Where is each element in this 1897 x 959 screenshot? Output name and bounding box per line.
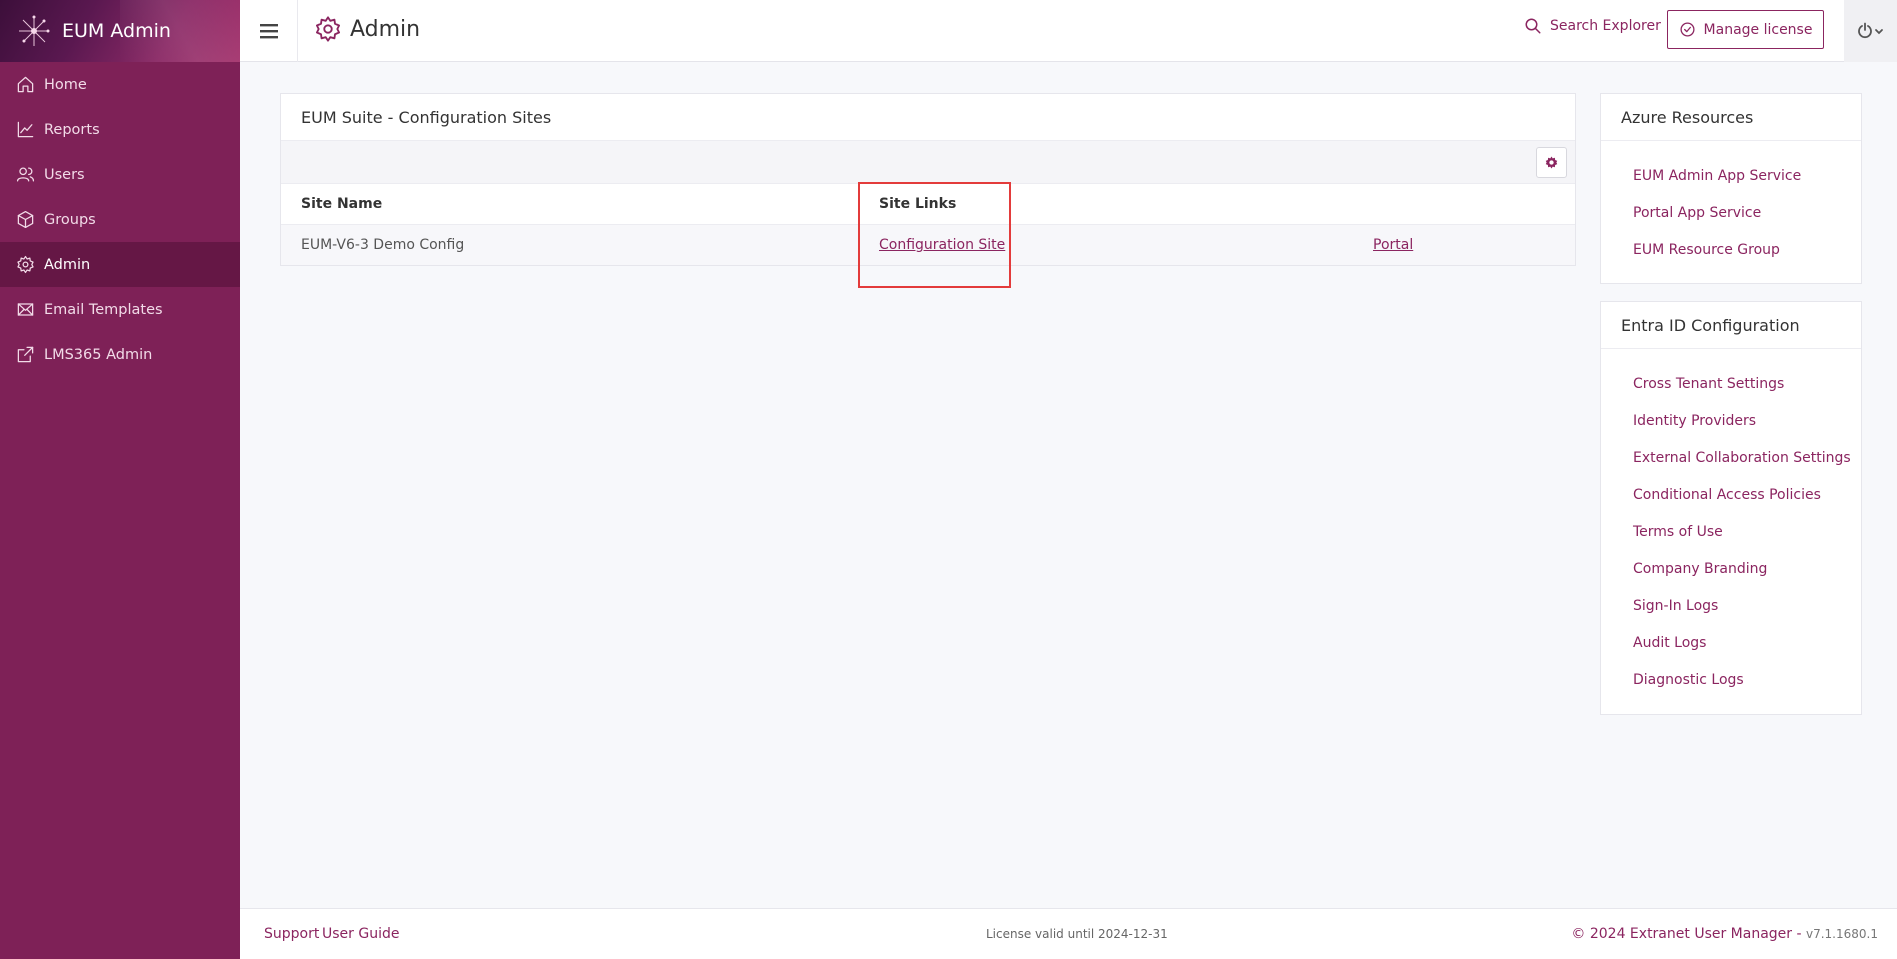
power-icon [1857,22,1883,39]
table-row: EUM-V6-3 Demo Config Configuration Site … [281,224,1575,265]
chevron-down-icon [1874,29,1883,35]
user-guide-link[interactable]: User Guide [322,926,399,942]
manage-license-button[interactable]: Manage license [1667,10,1824,49]
page-title: Admin [350,16,421,42]
table-toolbar [281,141,1575,184]
search-explorer-label: Search Explorer [1550,18,1661,34]
sidebar-item-admin[interactable]: Admin [0,242,240,287]
sidebar-item-lms365-admin[interactable]: LMS365 Admin [0,332,240,377]
sidebar-nav: Home Reports Users Groups Admin Email Te… [0,62,240,377]
copyright-text: © 2024 Extranet User Manager - [1571,926,1806,942]
site-name-cell: EUM-V6-3 Demo Config [301,237,465,253]
entra-link-audit-logs[interactable]: Audit Logs [1601,624,1861,661]
support-link[interactable]: Support [264,926,319,942]
sidebar-item-label: Email Templates [44,301,163,318]
entra-id-list: Cross Tenant Settings Identity Providers… [1601,349,1861,708]
search-icon [1525,18,1541,34]
license-status: License valid until 2024-12-31 [986,927,1168,941]
sidebar-item-email-templates[interactable]: Email Templates [0,287,240,332]
panel-title: Azure Resources [1601,94,1861,141]
entra-link-external-collaboration-settings[interactable]: External Collaboration Settings [1601,439,1861,476]
logo-icon [12,9,56,53]
column-header-site-name: Site Name [301,196,383,212]
azure-link-portal-app-service[interactable]: Portal App Service [1601,194,1861,231]
home-icon [14,74,36,96]
azure-resources-panel: Azure Resources EUM Admin App Service Po… [1600,93,1862,284]
top-header: Admin Search Explorer Manage license [240,0,1897,62]
card-title: EUM Suite - Configuration Sites [281,94,1575,141]
portal-link[interactable]: Portal [1373,237,1413,253]
hamburger-menu-button[interactable] [240,0,298,62]
check-circle-icon [1680,22,1695,37]
envelope-icon [14,299,36,321]
footer: Support User Guide License valid until 2… [240,908,1897,959]
azure-resources-list: EUM Admin App Service Portal App Service… [1601,141,1861,278]
copyright: © 2024 Extranet User Manager - v7.1.1680… [1571,926,1878,942]
entra-link-cross-tenant-settings[interactable]: Cross Tenant Settings [1601,365,1861,402]
configuration-sites-card: EUM Suite - Configuration Sites Site Nam… [280,93,1576,266]
entra-link-diagnostic-logs[interactable]: Diagnostic Logs [1601,661,1861,698]
entra-link-company-branding[interactable]: Company Branding [1601,550,1861,587]
entra-link-terms-of-use[interactable]: Terms of Use [1601,513,1861,550]
power-menu-button[interactable] [1844,0,1897,62]
brand[interactable]: EUM Admin [0,0,240,62]
sidebar-item-home[interactable]: Home [0,62,240,107]
entra-id-configuration-panel: Entra ID Configuration Cross Tenant Sett… [1600,301,1862,715]
azure-link-eum-admin-app-service[interactable]: EUM Admin App Service [1601,157,1861,194]
chart-line-icon [14,119,36,141]
gear-icon [14,254,36,276]
settings-button[interactable] [1536,147,1567,178]
configuration-site-link[interactable]: Configuration Site [879,237,1005,253]
entra-link-sign-in-logs[interactable]: Sign-In Logs [1601,587,1861,624]
users-icon [14,164,36,186]
column-header-site-links: Site Links [879,196,957,212]
table-header: Site Name Site Links [281,184,1575,224]
sidebar-item-label: Groups [44,211,96,228]
entra-link-conditional-access-policies[interactable]: Conditional Access Policies [1601,476,1861,513]
sidebar-item-groups[interactable]: Groups [0,197,240,242]
sidebar-item-label: Reports [44,121,100,138]
cube-icon [14,209,36,231]
external-link-icon [14,344,36,366]
manage-license-label: Manage license [1703,21,1813,38]
gear-icon [1545,156,1558,169]
page-heading: Admin [314,0,420,58]
azure-link-eum-resource-group[interactable]: EUM Resource Group [1601,231,1861,268]
panel-title: Entra ID Configuration [1601,302,1861,349]
sidebar-item-reports[interactable]: Reports [0,107,240,152]
search-explorer-link[interactable]: Search Explorer [1524,17,1661,35]
entra-link-identity-providers[interactable]: Identity Providers [1601,402,1861,439]
version-label: v7.1.1680.1 [1806,927,1878,941]
sidebar-item-users[interactable]: Users [0,152,240,197]
sidebar-item-label: LMS365 Admin [44,346,153,363]
sidebar-item-label: Users [44,166,85,183]
hamburger-icon [259,24,278,39]
sidebar-item-label: Admin [44,256,91,273]
sidebar: EUM Admin Home Reports Users Groups Admi… [0,0,240,959]
app-title: EUM Admin [62,20,171,42]
sidebar-item-label: Home [44,76,87,93]
gear-icon [315,16,341,42]
